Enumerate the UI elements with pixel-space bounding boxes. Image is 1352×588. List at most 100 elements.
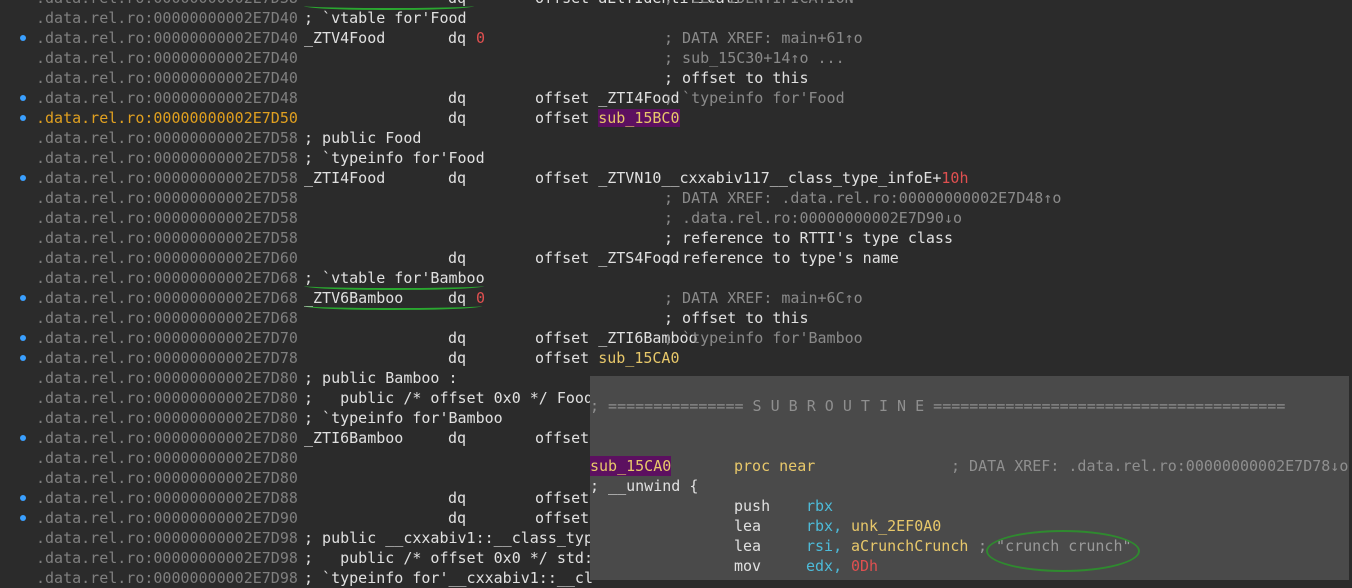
instruction-operand: 0Dh bbox=[851, 557, 879, 575]
line-address: .data.rel.ro:00000000002E7D58 bbox=[36, 189, 298, 207]
line-address: .data.rel.ro:00000000002E7D88 bbox=[36, 489, 298, 507]
listing-line[interactable]: .data.rel.ro:00000000002E7D40 _ZTV4Food dq… bbox=[33, 28, 1352, 48]
breakpoint-dot-icon[interactable] bbox=[20, 295, 26, 301]
underline-annotation bbox=[304, 302, 482, 310]
line-xref-comment[interactable]: ; DATA XREF: .data.rel.ro:00000000002E7D… bbox=[664, 188, 1061, 208]
line-comment: ; public Bamboo : bbox=[304, 369, 458, 387]
listing-line[interactable]: .data.rel.ro:00000000002E7D78 dq offset su… bbox=[33, 348, 1352, 368]
underline-annotation bbox=[304, 2, 474, 10]
line-comment: ; `vtable for'Food bbox=[304, 9, 467, 27]
line-xref-comment[interactable]: ; `typeinfo for'Food bbox=[664, 88, 845, 108]
line-xref-comment[interactable]: ; `typeinfo for'Bamboo bbox=[664, 328, 863, 348]
line-mnemonic: dq bbox=[448, 109, 467, 127]
line-mnemonic: dq bbox=[448, 169, 467, 187]
line-address: .data.rel.ro:00000000002E7D48 bbox=[36, 89, 298, 107]
listing-line[interactable]: .data.rel.ro:00000000002E7D68; `vtable f… bbox=[33, 268, 1352, 288]
breakpoint-dot-icon[interactable] bbox=[20, 115, 26, 121]
line-xref-comment[interactable]: ; DATA XREF: main+6C↑o bbox=[664, 288, 863, 308]
instruction-mnemonic: lea bbox=[734, 517, 762, 535]
line-address: .data.rel.ro:00000000002E7D58 bbox=[36, 129, 298, 147]
breakpoint-dot-icon[interactable] bbox=[20, 175, 26, 181]
line-mnemonic: dq bbox=[448, 29, 467, 47]
breakpoint-dot-icon[interactable] bbox=[20, 515, 26, 521]
line-xref-comment[interactable]: ; .data.rel.ro:00000000002E7D90↓o bbox=[664, 208, 962, 228]
line-comment: ; public __cxxabiv1::__class_typ bbox=[304, 529, 593, 547]
line-operand[interactable]: offset _ZTS4Food bbox=[535, 248, 680, 268]
line-address: .data.rel.ro:00000000002E7D40 bbox=[36, 29, 298, 47]
listing-line[interactable]: .data.rel.ro:00000000002E7D70 dq offset _Z… bbox=[33, 328, 1352, 348]
line-comment: ; `typeinfo for'Food bbox=[304, 149, 485, 167]
listing-line[interactable]: .data.rel.ro:00000000002E7D60 dq offset _Z… bbox=[33, 248, 1352, 268]
line-operand[interactable]: offset _ZTVN10__cxxabiv117__class_type_i… bbox=[535, 168, 968, 188]
proc-xref-comment[interactable]: ; DATA XREF: .data.rel.ro:00000000002E7D… bbox=[951, 456, 1348, 476]
line-address: .data.rel.ro:00000000002E7D38 bbox=[36, 0, 298, 8]
listing-line[interactable]: .data.rel.ro:00000000002E7D58 ; .data.rel… bbox=[33, 208, 1352, 228]
line-xref-comment[interactable]: ; sub_15C30+14↑o ... bbox=[664, 48, 845, 68]
line-address: .data.rel.ro:00000000002E7D68 bbox=[36, 309, 298, 327]
listing-line[interactable]: .data.rel.ro:00000000002E7D38dqoffset aE… bbox=[33, 0, 1352, 8]
line-operand[interactable]: offset sub_15BC0 bbox=[535, 108, 680, 128]
line-address: .data.rel.ro:00000000002E7D58 bbox=[36, 149, 298, 167]
breakpoint-dot-icon[interactable] bbox=[20, 355, 26, 361]
instruction-operand[interactable]: aCrunchCrunch bbox=[851, 536, 968, 556]
breakpoint-gutter[interactable] bbox=[0, 0, 33, 580]
breakpoint-dot-icon[interactable] bbox=[20, 335, 26, 341]
line-xref-comment[interactable]: ; "ELF IDENTIFICATION" bbox=[664, 0, 863, 8]
breakpoint-dot-icon[interactable] bbox=[20, 495, 26, 501]
line-mnemonic: dq bbox=[448, 489, 467, 507]
line-label[interactable]: _ZTI4Food bbox=[304, 168, 385, 188]
operand-name[interactable]: sub_15BC0 bbox=[598, 109, 680, 127]
listing-line[interactable]: .data.rel.ro:00000000002E7D40 ; offset to… bbox=[33, 68, 1352, 88]
line-mnemonic: dq bbox=[448, 509, 467, 527]
popup-instruction: lea rsi, aCrunchCrunch; "crunch crunch" bbox=[590, 536, 1349, 556]
line-operand[interactable]: offset _ZTI4Food bbox=[535, 88, 680, 108]
highlight-oval bbox=[986, 530, 1140, 572]
line-address: .data.rel.ro:00000000002E7D58 bbox=[36, 169, 298, 187]
underline-annotation bbox=[304, 282, 484, 290]
listing-line[interactable]: .data.rel.ro:00000000002E7D58 ; `typeinfo… bbox=[33, 148, 1352, 168]
popup-instruction: push rbx bbox=[590, 496, 1349, 516]
listing-line[interactable]: .data.rel.ro:00000000002E7D48 dq offset _Z… bbox=[33, 88, 1352, 108]
line-address: .data.rel.ro:00000000002E7D80 bbox=[36, 469, 298, 487]
listing-line[interactable]: .data.rel.ro:00000000002E7D68 _ZTV6Bamboo… bbox=[33, 288, 1352, 308]
listing-line[interactable]: .data.rel.ro:00000000002E7D58 _ZTI4Food dq… bbox=[33, 168, 1352, 188]
listing-line[interactable]: .data.rel.ro:00000000002E7D40 ; `vtable f… bbox=[33, 8, 1352, 28]
line-address: .data.rel.ro:00000000002E7D98 bbox=[36, 529, 298, 547]
instruction-mnemonic: mov bbox=[734, 557, 762, 575]
line-xref-comment[interactable]: ; DATA XREF: main+61↑o bbox=[664, 28, 863, 48]
line-address: .data.rel.ro:00000000002E7D50 bbox=[36, 109, 298, 127]
line-xref-comment: ; reference to type's name bbox=[664, 249, 899, 267]
line-address: .data.rel.ro:00000000002E7D68 bbox=[36, 289, 298, 307]
code-hint-popup: ; =============== S U B R O U T I N E ==… bbox=[590, 376, 1349, 580]
listing-line[interactable]: .data.rel.ro:00000000002E7D50 dq offset su… bbox=[33, 108, 1352, 128]
line-address: .data.rel.ro:00000000002E7D90 bbox=[36, 509, 298, 527]
listing-line[interactable]: .data.rel.ro:00000000002E7D58 ; public Fo… bbox=[33, 128, 1352, 148]
line-mnemonic: dq bbox=[448, 89, 467, 107]
breakpoint-dot-icon[interactable] bbox=[20, 35, 26, 41]
listing-line[interactable]: .data.rel.ro:00000000002E7D58 ; reference… bbox=[33, 228, 1352, 248]
line-address: .data.rel.ro:00000000002E7D98 bbox=[36, 549, 298, 567]
instruction-operand[interactable]: unk_2EF0A0 bbox=[851, 516, 941, 536]
operand-name[interactable]: sub_15CA0 bbox=[598, 349, 679, 367]
line-mnemonic: dq bbox=[448, 349, 467, 367]
instruction-mnemonic: lea bbox=[734, 537, 762, 555]
listing-line[interactable]: .data.rel.ro:00000000002E7D68 ; offset to… bbox=[33, 308, 1352, 328]
line-label[interactable]: _ZTV4Food bbox=[304, 28, 385, 48]
line-xref-comment: ; offset to this bbox=[664, 69, 809, 87]
proc-label[interactable]: sub_15CA0 bbox=[590, 456, 672, 476]
line-operand[interactable]: 0 bbox=[476, 28, 485, 48]
breakpoint-dot-icon[interactable] bbox=[20, 435, 26, 441]
line-mnemonic: dq bbox=[448, 329, 467, 347]
line-operand[interactable]: offset sub_15CA0 bbox=[535, 348, 680, 368]
line-address: .data.rel.ro:00000000002E7D98 bbox=[36, 569, 298, 587]
line-address: .data.rel.ro:00000000002E7D80 bbox=[36, 389, 298, 407]
listing-line[interactable]: .data.rel.ro:00000000002E7D40 ; sub_15C30… bbox=[33, 48, 1352, 68]
breakpoint-dot-icon[interactable] bbox=[20, 95, 26, 101]
unwind-line: ; __unwind { bbox=[590, 476, 698, 496]
line-label[interactable]: _ZTI6Bamboo bbox=[304, 428, 403, 448]
listing-line[interactable]: .data.rel.ro:00000000002E7D58 ; DATA XREF… bbox=[33, 188, 1352, 208]
unwind-comment: ; __unwind { bbox=[590, 477, 699, 495]
line-address: .data.rel.ro:00000000002E7D58 bbox=[36, 209, 298, 227]
line-mnemonic: dq bbox=[448, 249, 467, 267]
line-address: .data.rel.ro:00000000002E7D40 bbox=[36, 9, 298, 27]
